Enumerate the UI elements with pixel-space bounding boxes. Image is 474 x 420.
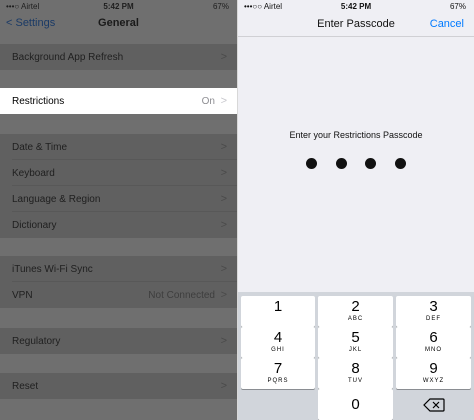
cell-label: Date & Time (12, 142, 68, 153)
cancel-button[interactable]: Cancel (430, 18, 464, 30)
cell-dictionary[interactable]: Dictionary > (0, 212, 237, 238)
cell-label: Regulatory (12, 336, 61, 347)
key-blank (241, 389, 315, 420)
key-digit: 5 (351, 329, 360, 346)
cell-vpn[interactable]: VPN Not Connected > (0, 282, 237, 308)
chevron-right-icon: > (220, 380, 227, 392)
numeric-keypad: 1 2 ABC 3 DEF 4 GHI 5 JKL 6 MNO 7 PQRS 8 (238, 292, 474, 420)
cell-reset[interactable]: Reset > (0, 373, 237, 399)
key-0[interactable]: 0 (318, 389, 393, 420)
key-2[interactable]: 2 ABC (318, 296, 393, 327)
passcode-dots (238, 156, 474, 174)
passcode-prompt: Enter your Restrictions Passcode (289, 130, 423, 140)
key-digit: 6 (429, 329, 438, 346)
settings-general-screen: •••○ Airtel 5:42 PM 67% < Settings Gener… (0, 0, 237, 420)
key-8[interactable]: 8 TUV (318, 358, 393, 389)
chevron-right-icon: > (220, 219, 227, 231)
cell-label: Background App Refresh (12, 52, 124, 63)
key-letters: PQRS (267, 378, 289, 384)
key-letters: DEF (426, 316, 441, 322)
chevron-right-icon: > (220, 167, 227, 179)
clock-label: 5:42 PM (340, 2, 372, 11)
cell-label: Dictionary (12, 220, 57, 231)
passcode-dot (306, 158, 318, 169)
clock-label: 5:42 PM (103, 2, 134, 11)
cell-restrictions[interactable]: Restrictions On > (0, 88, 237, 114)
cell-regulatory[interactable]: Regulatory > (0, 328, 237, 354)
cell-background-app-refresh[interactable]: Background App Refresh > (0, 44, 237, 70)
key-5[interactable]: 5 JKL (318, 327, 393, 358)
key-digit: 2 (351, 298, 360, 315)
key-digit: 7 (273, 360, 283, 377)
key-7[interactable]: 7 PQRS (241, 358, 315, 389)
chevron-right-icon: > (220, 95, 227, 107)
navbar-separator (238, 36, 474, 37)
cell-language-region[interactable]: Language & Region > (0, 186, 237, 212)
key-digit: 0 (351, 396, 360, 413)
enter-passcode-screen: •••○○ Airtel 5:42 PM 67% Enter Passcode … (238, 0, 474, 420)
key-1[interactable]: 1 (241, 296, 315, 327)
delete-button[interactable] (396, 389, 471, 420)
cell-label: Restrictions (12, 96, 65, 107)
status-bar: •••○○ Airtel 5:42 PM 67% (238, 0, 474, 12)
chevron-right-icon: > (220, 263, 227, 275)
passcode-dot (365, 158, 377, 169)
chevron-right-icon: > (220, 51, 227, 63)
backspace-icon (422, 398, 445, 412)
key-3[interactable]: 3 DEF (396, 296, 471, 327)
passcode-dot (335, 158, 347, 169)
chevron-right-icon: > (220, 289, 227, 301)
key-letters: WXYZ (422, 378, 445, 384)
status-bar: •••○ Airtel 5:42 PM 67% (0, 0, 237, 12)
key-digit: 8 (351, 360, 360, 377)
key-9[interactable]: 9 WXYZ (396, 358, 471, 389)
cell-value: On (201, 96, 215, 107)
cell-date-time[interactable]: Date & Time > (0, 134, 237, 160)
key-letters: GHI (271, 347, 285, 353)
key-6[interactable]: 6 MNO (396, 327, 471, 358)
cell-itunes-wifi-sync[interactable]: iTunes Wi-Fi Sync > (0, 256, 237, 282)
cell-label: Language & Region (12, 194, 101, 205)
cell-label: VPN (12, 290, 33, 301)
cell-label: Reset (12, 381, 39, 392)
key-digit: 9 (429, 360, 438, 377)
chevron-right-icon: > (220, 193, 227, 205)
battery-label: 67% (212, 2, 229, 11)
key-4[interactable]: 4 GHI (241, 327, 315, 358)
cell-label: iTunes Wi-Fi Sync (12, 264, 93, 275)
chevron-right-icon: > (220, 141, 227, 153)
key-digit: 3 (429, 298, 438, 315)
page-title: General (98, 17, 139, 29)
key-letters: MNO (425, 347, 442, 353)
navigation-bar: Enter Passcode Cancel (238, 12, 474, 36)
battery-label: 67% (449, 2, 466, 11)
chevron-right-icon: > (220, 335, 227, 347)
key-digit: 1 (273, 298, 283, 315)
cell-value: Not Connected (148, 290, 215, 301)
cell-label: Keyboard (12, 168, 55, 179)
navigation-bar: < Settings General (0, 12, 237, 36)
key-letters: ABC (347, 316, 364, 322)
key-letters: JKL (348, 347, 363, 353)
key-letters: TUV (348, 378, 363, 384)
passcode-dot (394, 158, 406, 169)
cell-keyboard[interactable]: Keyboard > (0, 160, 237, 186)
key-digit: 4 (273, 329, 283, 346)
